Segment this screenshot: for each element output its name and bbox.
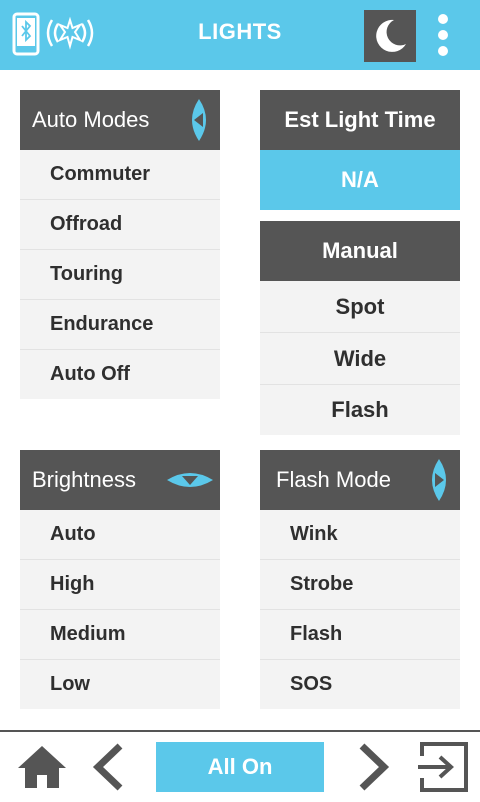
brightness-high[interactable]: High — [20, 560, 220, 610]
flash-mode-panel: Flash Mode Wink Strobe Flash SOS — [260, 450, 460, 709]
auto-modes-list: Commuter Offroad Touring Endurance Auto … — [20, 150, 220, 399]
flash-mode-sos[interactable]: SOS — [260, 660, 460, 709]
manual-header: Manual — [260, 221, 460, 281]
brightness-medium[interactable]: Medium — [20, 610, 220, 660]
manual-list: Spot Wide Flash — [260, 281, 460, 435]
arrow-down-icon[interactable] — [166, 467, 214, 493]
arrow-left-icon[interactable] — [186, 98, 212, 142]
exit-icon[interactable] — [416, 740, 472, 794]
page-title: LIGHTS — [198, 19, 282, 44]
flash-mode-wink[interactable]: Wink — [260, 510, 460, 560]
all-on-button[interactable]: All On — [156, 742, 324, 792]
auto-mode-commuter[interactable]: Commuter — [20, 150, 220, 200]
brightness-low[interactable]: Low — [20, 660, 220, 709]
brightness-title: Brightness — [32, 467, 136, 492]
arrow-right-icon[interactable] — [426, 458, 452, 502]
chevron-right-icon[interactable] — [356, 742, 392, 792]
brightness-auto[interactable]: Auto — [20, 510, 220, 560]
night-mode-button[interactable] — [364, 10, 416, 62]
est-light-time-header: Est Light Time — [260, 90, 460, 150]
kebab-menu-icon[interactable] — [428, 12, 458, 58]
flash-mode-header[interactable]: Flash Mode — [260, 450, 460, 510]
est-light-time-value: N/A — [260, 150, 460, 210]
brightness-list: Auto High Medium Low — [20, 510, 220, 709]
brightness-header[interactable]: Brightness — [20, 450, 220, 510]
est-light-time-title: Est Light Time — [284, 107, 436, 132]
home-icon[interactable] — [16, 744, 68, 790]
auto-modes-title: Auto Modes — [32, 107, 150, 132]
moon-icon — [376, 19, 406, 52]
flash-mode-title: Flash Mode — [276, 467, 391, 492]
est-light-time-panel: Est Light Time N/A — [260, 90, 460, 210]
auto-mode-auto-off[interactable]: Auto Off — [20, 350, 220, 399]
auto-mode-touring[interactable]: Touring — [20, 250, 220, 300]
chevron-left-icon[interactable] — [90, 742, 126, 792]
flash-mode-strobe[interactable]: Strobe — [260, 560, 460, 610]
top-bar: LIGHTS — [0, 0, 480, 70]
auto-modes-header[interactable]: Auto Modes — [20, 90, 220, 150]
flash-mode-flash[interactable]: Flash — [260, 610, 460, 660]
phone-bluetooth-icon[interactable] — [12, 12, 40, 56]
bottom-bar: All On — [0, 730, 480, 802]
manual-panel: Manual Spot Wide Flash — [260, 221, 460, 435]
manual-wide[interactable]: Wide — [260, 333, 460, 385]
brightness-panel: Brightness Auto High Medium Low — [20, 450, 220, 709]
flash-mode-list: Wink Strobe Flash SOS — [260, 510, 460, 709]
auto-modes-panel: Auto Modes Commuter Offroad Touring Endu… — [20, 90, 220, 399]
auto-mode-endurance[interactable]: Endurance — [20, 300, 220, 350]
light-signal-icon[interactable] — [44, 14, 96, 52]
manual-flash[interactable]: Flash — [260, 385, 460, 435]
manual-spot[interactable]: Spot — [260, 281, 460, 333]
manual-title: Manual — [322, 238, 398, 263]
auto-mode-offroad[interactable]: Offroad — [20, 200, 220, 250]
